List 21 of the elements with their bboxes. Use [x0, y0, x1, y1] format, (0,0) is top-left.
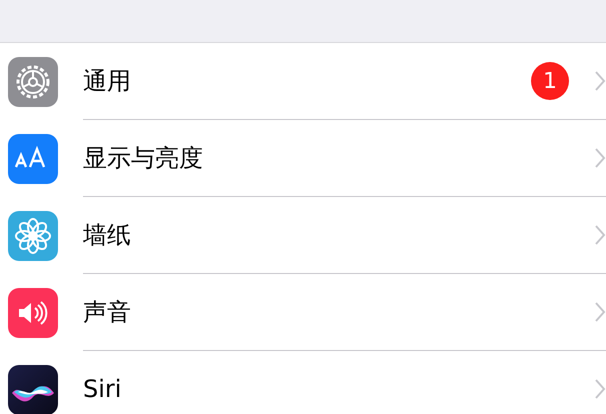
waveform-icon	[8, 364, 58, 414]
notification-badge: 1	[531, 62, 569, 100]
chevron-icon	[595, 379, 606, 399]
setting-label: 显示与亮度	[83, 143, 204, 174]
settings-row[interactable]: 通用 1	[0, 43, 606, 120]
setting-label: 墙纸	[83, 220, 132, 251]
settings-row[interactable]: Siri	[0, 351, 606, 414]
flower-icon	[8, 210, 58, 260]
setting-label: 通用	[83, 66, 132, 97]
chevron-icon	[595, 225, 606, 245]
settings-row[interactable]: 显示与亮度	[0, 120, 606, 197]
speaker-icon	[8, 288, 58, 338]
setting-label: 声音	[83, 297, 132, 328]
chevron-icon	[595, 71, 606, 91]
gear-icon	[8, 56, 58, 106]
setting-label: Siri	[83, 375, 122, 403]
settings-row[interactable]: 墙纸	[0, 197, 606, 274]
settings-row[interactable]: 声音	[0, 274, 606, 351]
chevron-icon	[595, 148, 606, 168]
text-size-icon	[8, 134, 58, 184]
chevron-icon	[595, 302, 606, 322]
